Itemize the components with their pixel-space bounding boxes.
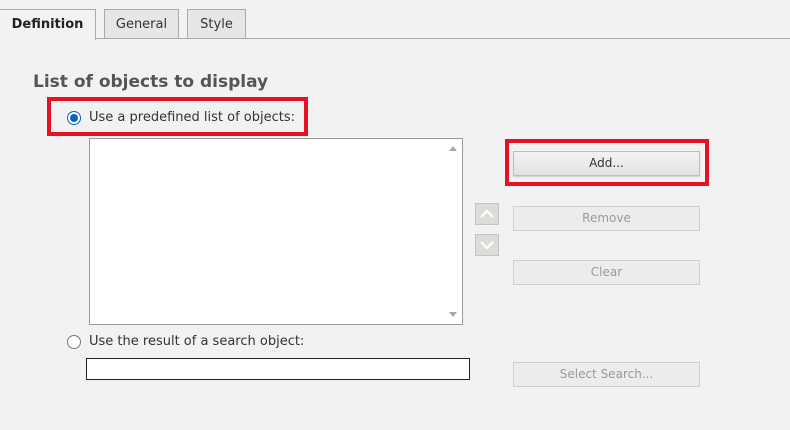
scroll-down-arrow-icon[interactable] xyxy=(449,312,457,317)
predefined-list-option[interactable]: Use a predefined list of objects: xyxy=(67,110,295,125)
move-down-button[interactable] xyxy=(475,234,499,256)
section-title: List of objects to display xyxy=(33,72,269,92)
tab-definition[interactable]: Definition xyxy=(0,9,96,40)
clear-button[interactable]: Clear xyxy=(513,260,700,285)
search-object-label: Use the result of a search object: xyxy=(89,334,305,349)
tab-general[interactable]: General xyxy=(104,9,179,38)
predefined-list-label: Use a predefined list of objects: xyxy=(89,110,295,125)
chevron-down-icon xyxy=(480,241,494,250)
move-up-button[interactable] xyxy=(475,203,499,225)
add-button[interactable]: Add... xyxy=(513,151,700,176)
search-object-field[interactable] xyxy=(86,358,470,380)
predefined-list-radio[interactable] xyxy=(67,110,81,125)
search-object-radio[interactable] xyxy=(67,334,81,349)
objects-listbox[interactable] xyxy=(89,138,463,325)
scroll-up-arrow-icon[interactable] xyxy=(449,146,457,151)
search-object-option[interactable]: Use the result of a search object: xyxy=(67,334,304,349)
tab-style[interactable]: Style xyxy=(187,9,246,38)
remove-button[interactable]: Remove xyxy=(513,206,700,231)
listbox-scrollbar[interactable] xyxy=(445,139,462,324)
select-search-button[interactable]: Select Search... xyxy=(513,362,700,387)
tab-bar: Definition General Style xyxy=(0,0,790,40)
chevron-up-icon xyxy=(480,209,494,218)
